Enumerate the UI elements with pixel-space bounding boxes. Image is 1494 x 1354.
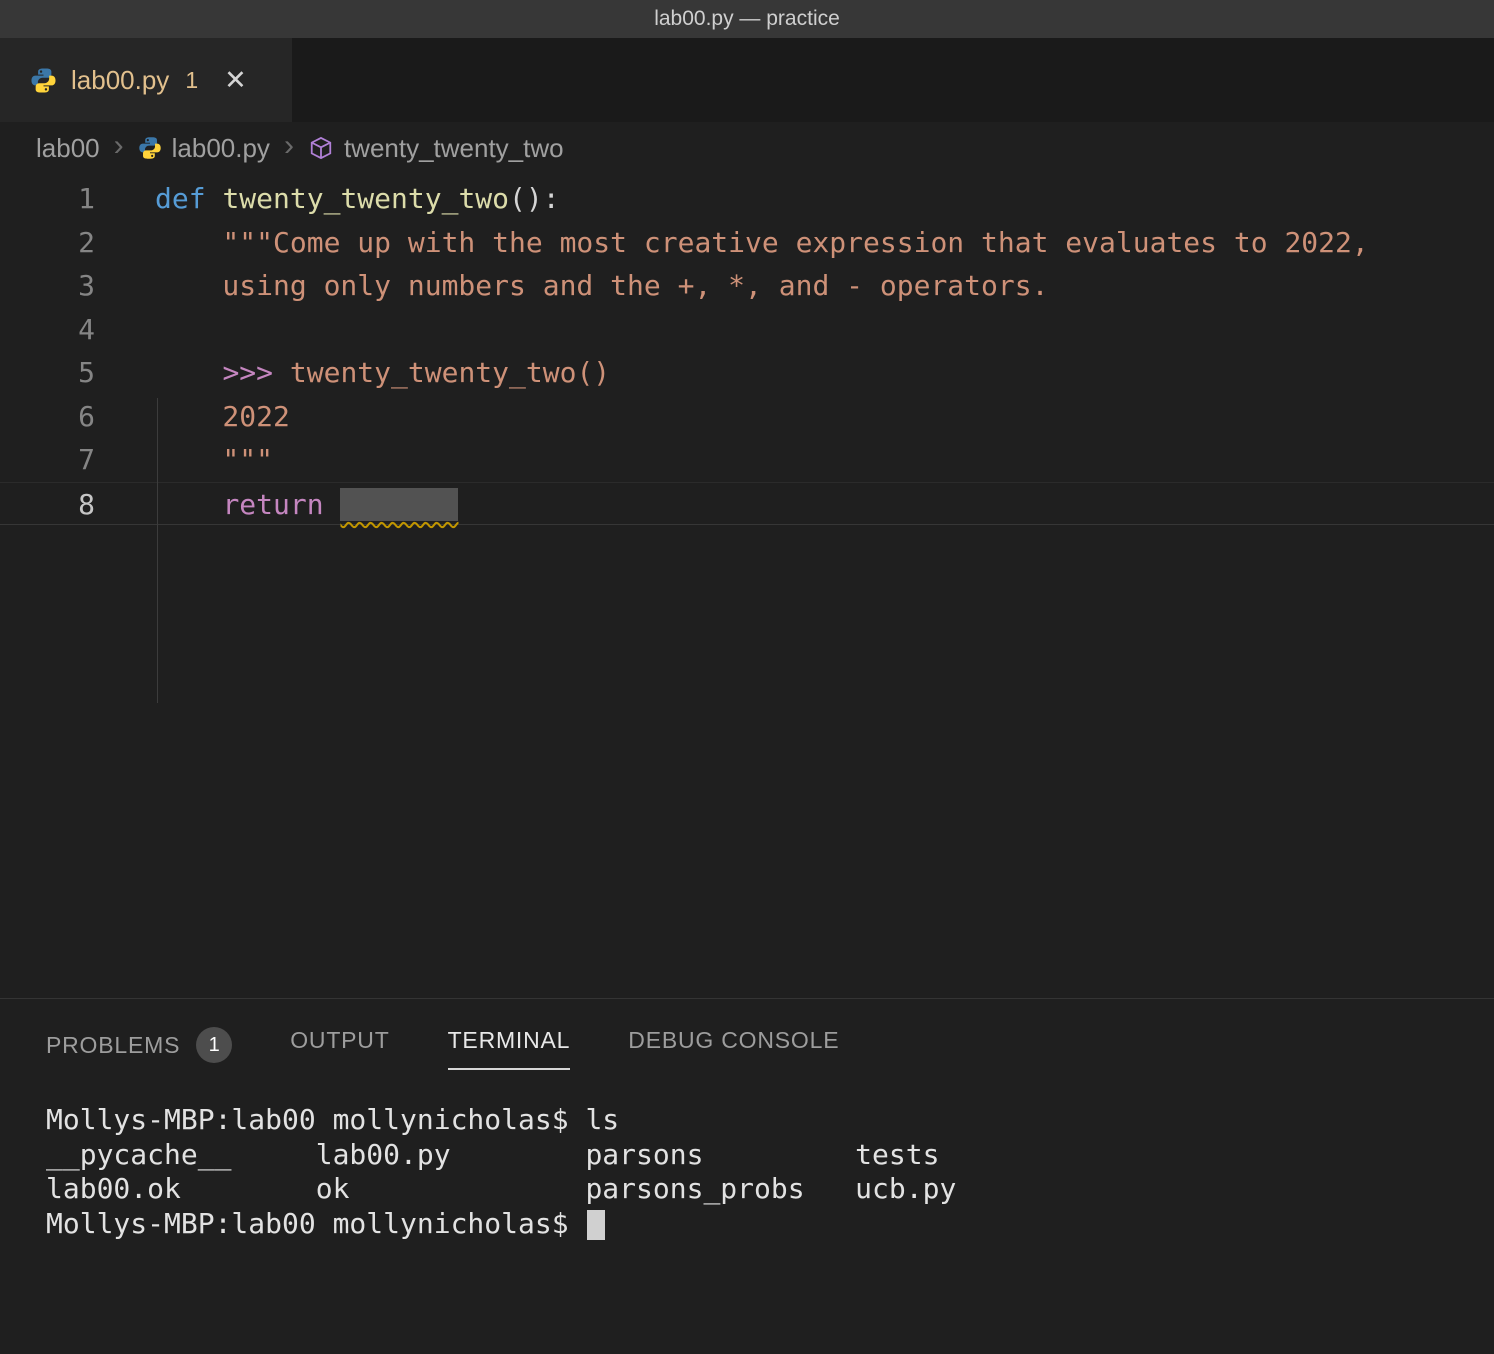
chevron-right-icon: › [284,129,294,163]
tab-debug-console[interactable]: DEBUG CONSOLE [628,1027,839,1068]
tab-problems[interactable]: PROBLEMS 1 [46,1027,232,1077]
line-number: 6 [0,395,95,439]
code-line[interactable]: 5 >>> twenty_twenty_two() [0,351,1494,395]
tab-terminal-label: TERMINAL [448,1027,571,1054]
tab-output[interactable]: OUTPUT [290,1027,389,1068]
terminal-line: __pycache__ lab00.py parsons tests [46,1138,1494,1173]
line-number: 8 [0,483,95,525]
terminal-line: lab00.ok ok parsons_probs ucb.py [46,1172,1494,1207]
terminal-line: Mollys-MBP:lab00 mollynicholas$ [46,1207,1494,1242]
window-title: lab00.py — practice [654,7,840,31]
breadcrumb-item-lab00py[interactable]: lab00.py [172,133,270,164]
line-number: 2 [0,221,95,265]
chevron-right-icon: › [114,129,124,163]
line-number: 4 [0,308,95,352]
code-line[interactable]: 3 using only numbers and the +, *, and -… [0,264,1494,308]
breadcrumb-item-lab00[interactable]: lab00 [36,133,100,164]
indent-guide [157,398,158,703]
code-line[interactable]: 7 """ [0,438,1494,482]
line-number: 3 [0,264,95,308]
python-icon [138,136,162,160]
code-line[interactable]: 6 2022 [0,395,1494,439]
line-number: 5 [0,351,95,395]
missing-expression-placeholder [340,488,458,521]
tab-lab00py[interactable]: lab00.py 1 ✕ [0,38,292,122]
symbol-namespace-icon [308,135,334,161]
terminal-cursor [587,1210,605,1240]
code-lines: 1def twenty_twenty_two():2 """Come up wi… [0,174,1494,525]
tab-label: lab00.py [71,65,169,96]
titlebar: lab00.py — practice [0,0,1494,38]
code-line[interactable]: 8 return [0,482,1494,526]
line-number: 7 [0,438,95,482]
breadcrumb-item-twenty-twenty-two[interactable]: twenty_twenty_two [344,133,564,164]
tab-terminal[interactable]: TERMINAL [448,1027,571,1070]
code-line[interactable]: 1def twenty_twenty_two(): [0,177,1494,221]
tab-output-label: OUTPUT [290,1027,389,1054]
tab-bar: lab00.py 1 ✕ [0,38,1494,122]
code-line[interactable]: 4 [0,308,1494,352]
bottom-panel: PROBLEMS 1 OUTPUT TERMINAL DEBUG CONSOLE… [0,998,1494,1354]
panel-tab-bar: PROBLEMS 1 OUTPUT TERMINAL DEBUG CONSOLE [0,999,1494,1077]
tab-problems-badge: 1 [185,67,198,94]
python-icon [30,67,57,94]
breadcrumb: lab00 › lab00.py › twenty_twenty_two [0,122,1494,174]
code-editor[interactable]: 1def twenty_twenty_two():2 """Come up wi… [0,174,1494,998]
problems-count-badge: 1 [196,1027,232,1063]
tab-debug-console-label: DEBUG CONSOLE [628,1027,839,1054]
terminal-line: Mollys-MBP:lab00 mollynicholas$ ls [46,1103,1494,1138]
close-icon[interactable]: ✕ [224,65,247,96]
code-line[interactable]: 2 """Come up with the most creative expr… [0,221,1494,265]
line-number: 1 [0,177,95,221]
tab-problems-label: PROBLEMS [46,1032,180,1059]
terminal-output[interactable]: Mollys-MBP:lab00 mollynicholas$ ls__pyca… [0,1077,1494,1242]
